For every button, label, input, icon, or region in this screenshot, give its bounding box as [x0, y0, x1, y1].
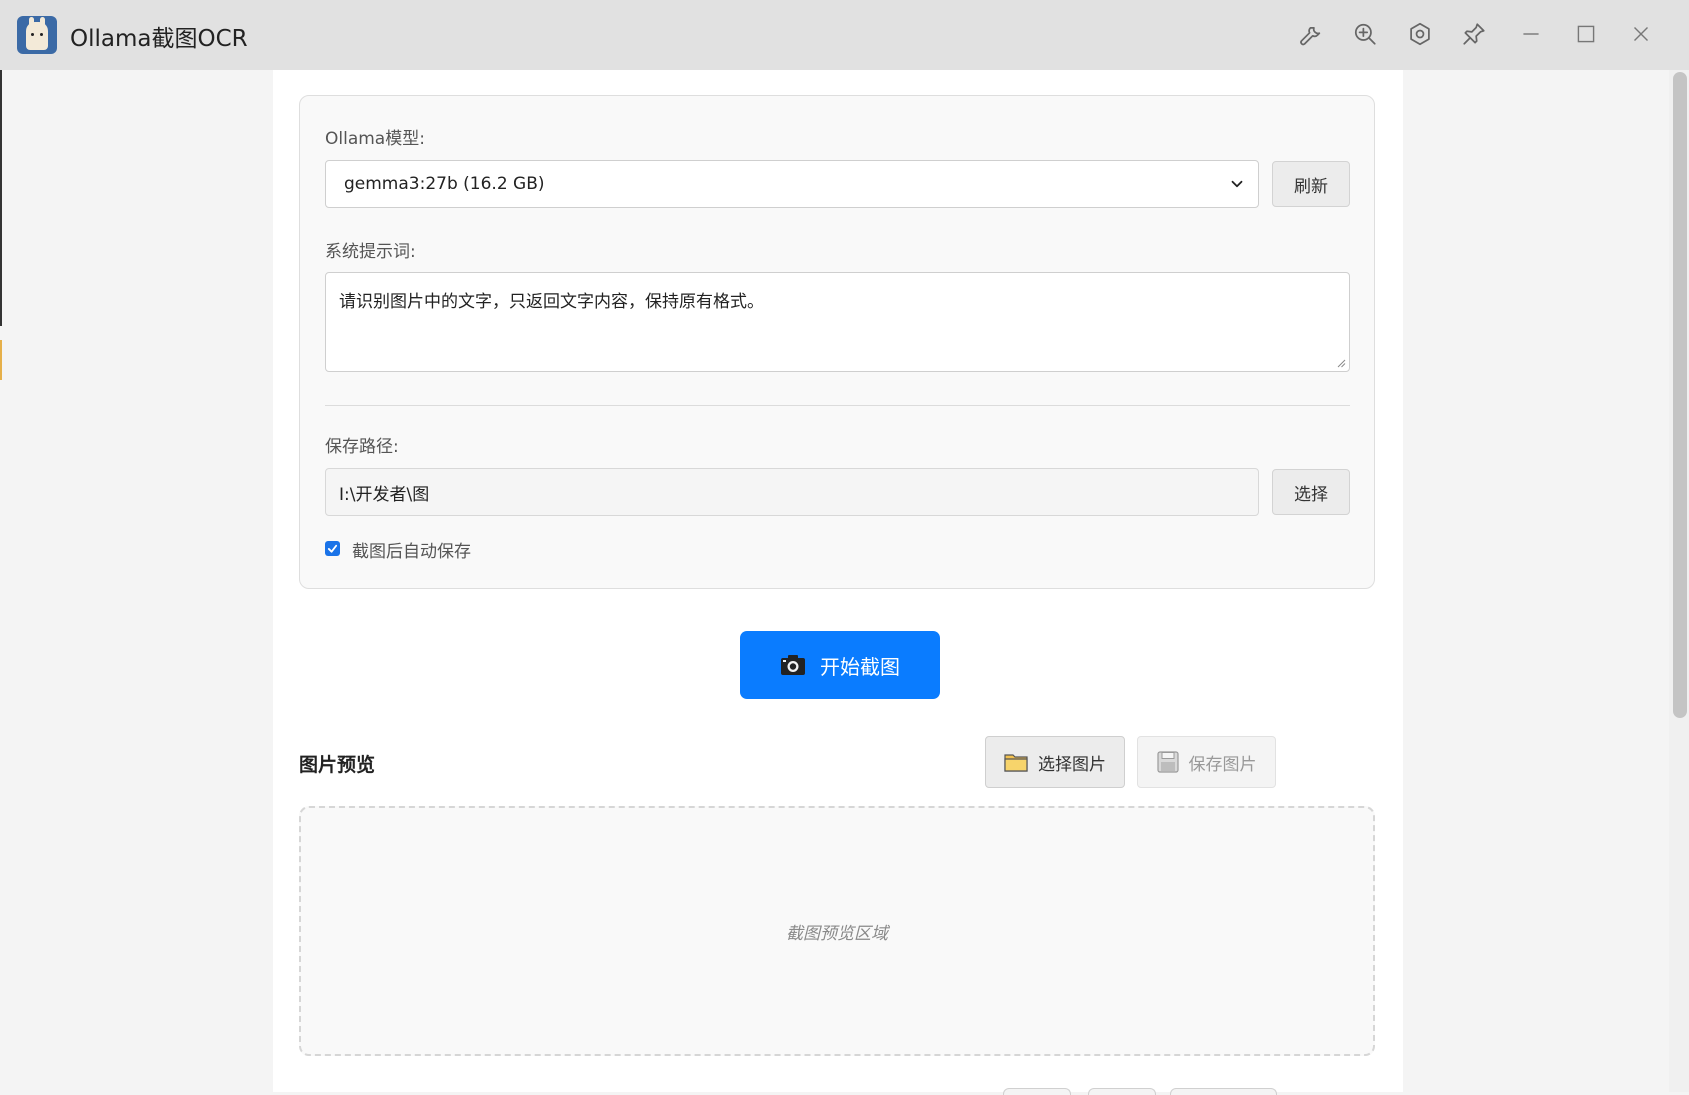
model-select-value: gemma3:27b (16.2 GB): [344, 174, 545, 194]
path-label: 保存路径:: [325, 437, 399, 457]
preview-title: 图片预览: [299, 754, 376, 776]
prompt-label: 系统提示词:: [325, 242, 416, 262]
choose-path-button[interactable]: 选择: [1272, 469, 1350, 515]
prompt-text: 请识别图片中的文字，只返回文字内容，保持原有格式。: [339, 292, 764, 312]
preview-area: 截图预览区域: [299, 806, 1375, 1056]
autosave-label[interactable]: 截图后自动保存: [352, 537, 471, 562]
scrollbar-thumb[interactable]: [1673, 72, 1687, 718]
minimize-icon[interactable]: [1516, 19, 1546, 49]
app-title: Ollama截图OCR: [70, 26, 248, 52]
save-image-label: 保存图片: [1188, 754, 1257, 775]
camera-icon: [781, 655, 805, 675]
app-logo-icon: [17, 16, 57, 54]
wrench-icon[interactable]: [1296, 19, 1326, 49]
folder-icon: [1004, 754, 1028, 772]
save-path-input[interactable]: I:\开发者\图: [325, 468, 1259, 516]
title-bar: Ollama截图OCR: [0, 0, 1689, 70]
resize-grip-icon[interactable]: [1336, 358, 1346, 368]
select-image-label: 选择图片: [1038, 754, 1106, 775]
save-path-value: I:\开发者\图: [339, 484, 430, 505]
start-capture-button[interactable]: 开始截图: [740, 631, 940, 699]
autosave-checkbox[interactable]: [325, 541, 340, 556]
pin-icon[interactable]: [1459, 19, 1489, 49]
select-image-button[interactable]: 选择图片: [985, 736, 1125, 788]
close-icon[interactable]: [1626, 19, 1656, 49]
prompt-textarea[interactable]: 请识别图片中的文字，只返回文字内容，保持原有格式。: [325, 272, 1350, 372]
chevron-down-icon: [1231, 180, 1243, 188]
model-label: Ollama模型:: [325, 129, 425, 149]
model-select[interactable]: gemma3:27b (16.2 GB): [325, 160, 1259, 208]
background-window-edge-accent: [0, 340, 2, 380]
refresh-button[interactable]: 刷新: [1272, 161, 1350, 207]
save-image-button[interactable]: 保存图片: [1137, 736, 1276, 788]
start-capture-label: 开始截图: [820, 654, 900, 679]
maximize-icon[interactable]: [1571, 19, 1601, 49]
check-icon: [327, 544, 338, 553]
zoom-in-icon[interactable]: [1350, 19, 1380, 49]
floppy-disk-icon: [1156, 751, 1179, 773]
background-window-edge: [0, 70, 2, 326]
preview-placeholder: 截图预览区域: [786, 923, 888, 944]
settings-panel: Ollama模型: gemma3:27b (16.2 GB) 刷新 系统提示词:…: [299, 95, 1375, 589]
settings-icon[interactable]: [1405, 19, 1435, 49]
divider: [325, 405, 1350, 406]
main-content: Ollama模型: gemma3:27b (16.2 GB) 刷新 系统提示词:…: [273, 70, 1403, 1095]
